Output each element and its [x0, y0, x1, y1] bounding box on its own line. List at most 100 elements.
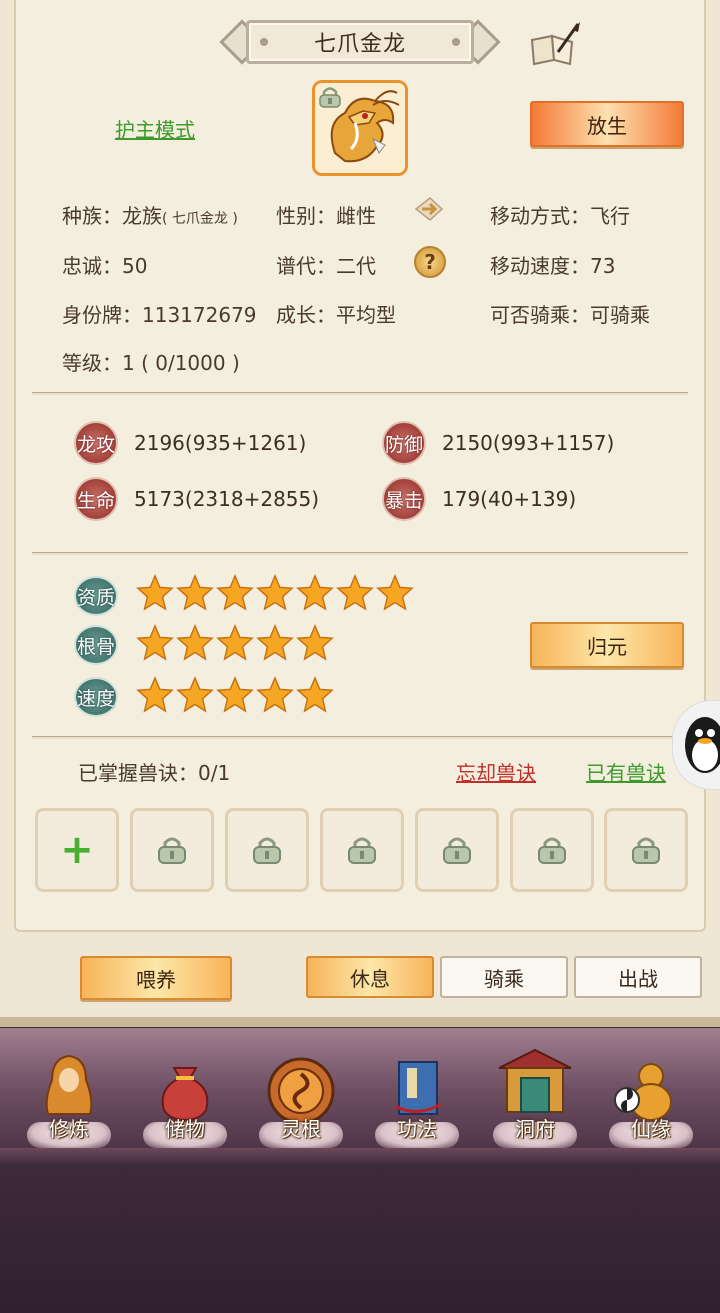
race-row: 种族：龙族( 七爪金龙 )	[62, 200, 238, 229]
gender-row: 性别：雌性	[276, 200, 376, 229]
mastered-skills-row: 已掌握兽诀：0/1	[78, 757, 230, 786]
nav-item-cave[interactable]: 洞府	[480, 1028, 590, 1150]
star-icon	[136, 676, 174, 713]
monk-icon	[45, 1054, 93, 1115]
growth-value: 平均型	[336, 303, 396, 327]
nav-item-spirit-root[interactable]: 灵根	[246, 1028, 356, 1150]
lock-icon	[538, 837, 566, 864]
pet-portrait[interactable]	[312, 80, 408, 176]
stat-value-crit: 179(40+139)	[442, 487, 577, 511]
skill-slot-locked[interactable]	[320, 808, 404, 892]
pet-name-title: 七爪金龙	[313, 32, 406, 57]
skill-slot-locked[interactable]	[510, 808, 594, 892]
star-icon	[256, 676, 294, 713]
skill-slot-locked[interactable]	[130, 808, 214, 892]
rest-button[interactable]: 休息	[306, 956, 434, 998]
star-icon	[336, 574, 374, 611]
level-value: 1 ( 0/1000 )	[122, 351, 240, 375]
star-icon	[296, 676, 334, 713]
penguin-icon	[685, 717, 720, 773]
mastered-value: 0/1	[198, 761, 231, 785]
aptitude-badge-quality: 资质	[74, 576, 118, 616]
speed-label: 移动速度：	[490, 254, 590, 278]
help-icon[interactable]: ?	[414, 246, 446, 278]
generation-label: 谱代：	[276, 254, 336, 278]
palace-icon	[498, 1048, 572, 1113]
lock-icon	[319, 87, 341, 108]
nav-item-storage[interactable]: 储物	[130, 1028, 240, 1150]
star-icon	[376, 574, 414, 611]
gender-label: 性别：	[276, 204, 336, 228]
battle-button[interactable]: 出战	[574, 956, 702, 998]
nav-label: 洞府	[515, 1117, 555, 1141]
nav-item-technique[interactable]: 功法	[362, 1028, 472, 1150]
stat-badge-attack: 龙攻	[74, 421, 118, 465]
stat-badge-crit: 暴击	[382, 477, 426, 521]
ride-value: 可骑乘	[590, 303, 650, 327]
star-icon	[176, 624, 214, 661]
stat-value-attack: 2196(935+1261)	[134, 431, 307, 455]
skill-slot-add[interactable]: +	[35, 808, 119, 892]
nav-label: 灵根	[281, 1117, 321, 1141]
qq-float-button[interactable]	[672, 700, 720, 790]
id-label: 身份牌：	[62, 303, 142, 327]
feed-button[interactable]: 喂养	[80, 956, 232, 1000]
release-button[interactable]: 放生	[530, 101, 684, 147]
move-row: 移动方式：飞行	[490, 200, 630, 229]
ride-row: 可否骑乘：可骑乘	[490, 299, 650, 328]
star-rating-quality	[136, 574, 414, 612]
stat-value-defense: 2150(993+1157)	[442, 431, 615, 455]
move-value: 飞行	[590, 204, 630, 228]
id-value: 113172679	[142, 303, 257, 327]
star-icon	[176, 676, 214, 713]
speed-value: 73	[590, 254, 616, 278]
forget-skill-link[interactable]: 忘却兽诀	[456, 757, 536, 786]
star-icon	[296, 574, 334, 611]
speed-row: 移动速度：73	[490, 250, 615, 279]
return-origin-button[interactable]: 归元	[530, 622, 684, 668]
book-quill-icon[interactable]	[528, 22, 582, 66]
generation-row: 谱代：二代	[276, 250, 376, 279]
ride-button[interactable]: 骑乘	[440, 956, 568, 998]
star-icon	[216, 676, 254, 713]
guard-mode-link[interactable]: 护主模式	[115, 114, 195, 143]
skill-slot-locked[interactable]	[604, 808, 688, 892]
nav-item-fate[interactable]: 仙缘	[596, 1028, 706, 1150]
lock-icon	[158, 837, 186, 864]
generation-value: 二代	[336, 254, 376, 278]
star-icon	[216, 574, 254, 611]
title-dot-right	[452, 38, 460, 46]
nav-item-cultivate[interactable]: 修炼	[14, 1028, 124, 1150]
star-icon	[136, 574, 174, 611]
owned-skills-link[interactable]: 已有兽诀	[586, 757, 666, 786]
loyalty-row: 忠诚：50	[62, 250, 147, 279]
loyalty-label: 忠诚：	[62, 254, 122, 278]
level-label: 等级：	[62, 351, 122, 375]
nav-label: 储物	[165, 1117, 205, 1141]
title-plate: 七爪金龙	[219, 18, 501, 66]
level-row: 等级：1 ( 0/1000 )	[62, 347, 240, 376]
nav-divider	[0, 1148, 720, 1166]
skill-slot-locked[interactable]	[415, 808, 499, 892]
nav-label: 修炼	[49, 1117, 89, 1141]
nav-label: 功法	[397, 1117, 437, 1141]
gender-value: 雌性	[336, 204, 376, 228]
nav-label: 仙缘	[631, 1117, 671, 1141]
star-icon	[256, 574, 294, 611]
star-icon	[256, 624, 294, 661]
bottom-area	[0, 1166, 720, 1313]
ride-label: 可否骑乘：	[490, 303, 590, 327]
lock-icon	[348, 837, 376, 864]
mastered-label: 已掌握兽诀：	[78, 761, 198, 785]
race-value: 龙族	[122, 204, 162, 228]
divider	[32, 392, 688, 395]
growth-row: 成长：平均型	[276, 299, 396, 328]
race-label: 种族：	[62, 204, 122, 228]
title-dot-left	[260, 38, 268, 46]
race-subtype: ( 七爪金龙 )	[162, 211, 238, 227]
skill-slot-locked[interactable]	[225, 808, 309, 892]
aptitude-badge-speed: 速度	[74, 677, 118, 717]
panel-edge	[0, 1017, 720, 1027]
gender-switch-icon[interactable]	[412, 194, 446, 224]
stat-badge-hp: 生命	[74, 477, 118, 521]
